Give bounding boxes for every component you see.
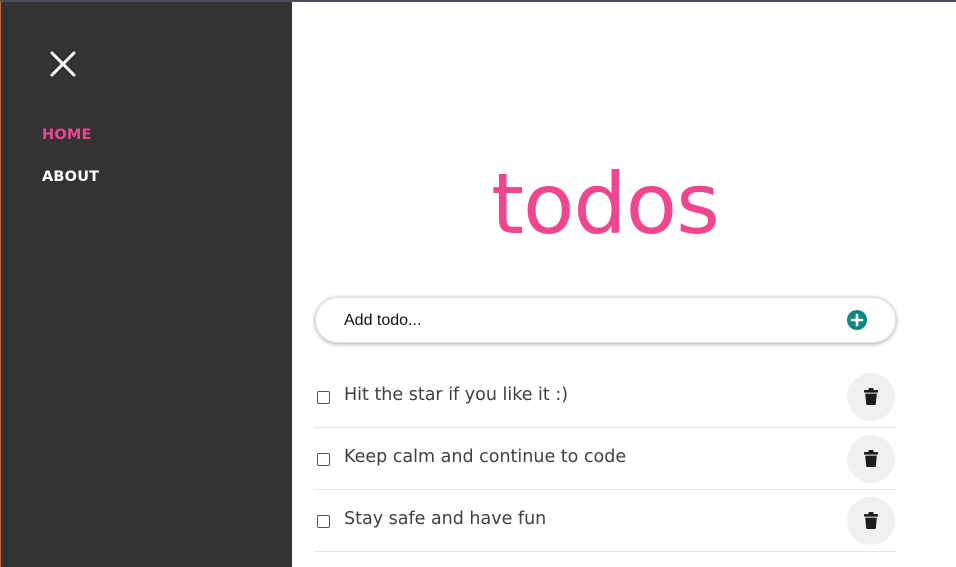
todo-checkbox[interactable] [317,515,330,528]
delete-todo-button[interactable] [847,497,895,545]
nav-item-about[interactable]: ABOUT [42,169,99,185]
app-window: HOME ABOUT todos Hit the star if you lik… [0,0,956,567]
delete-todo-button[interactable] [847,435,895,483]
plus-circle-icon[interactable] [847,310,867,330]
main-content: todos Hit the star if you like it :) [292,2,956,567]
todo-checkbox[interactable] [317,391,330,404]
todo-text: Keep calm and continue to code [344,447,627,467]
add-todo-bar [315,297,896,343]
todo-text: Hit the star if you like it :) [344,385,569,405]
delete-todo-button[interactable] [847,373,895,421]
todo-item: Hit the star if you like it :) [314,366,896,428]
todo-list: Hit the star if you like it :) Keep calm… [314,366,896,552]
todo-item: Stay safe and have fun [314,490,896,552]
trash-icon [864,512,878,529]
page-title: todos [491,155,720,253]
sidebar: HOME ABOUT [1,2,292,567]
close-icon[interactable] [49,50,77,78]
add-todo-input[interactable] [344,308,824,334]
todo-checkbox[interactable] [317,453,330,466]
trash-icon [864,450,878,467]
trash-icon [864,388,878,405]
todo-item: Keep calm and continue to code [314,428,896,490]
todo-text: Stay safe and have fun [344,509,547,529]
nav-item-home[interactable]: HOME [42,127,92,143]
